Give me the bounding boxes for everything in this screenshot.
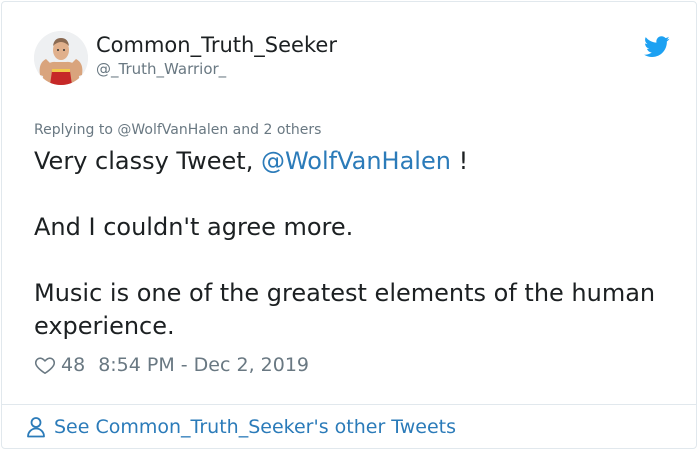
avatar[interactable] [34,31,88,85]
tweet-line-1-text: Very classy Tweet, [34,147,261,175]
tweet-line-1: Very classy Tweet, @WolfVanHalen ! [34,145,664,178]
reply-context: Replying to @WolfVanHalen and 2 others [34,122,321,138]
tweet-line-2: And I couldn't agree more. [34,213,354,241]
tweet-card: Common_Truth_Seeker @_Truth_Warrior_ Rep… [1,1,697,449]
see-other-tweets-label[interactable]: See Common_Truth_Seeker's other Tweets [54,416,456,438]
wrestler-avatar-icon [34,31,88,85]
author-display-name[interactable]: Common_Truth_Seeker [96,33,337,57]
reply-prefix: Replying to [34,122,118,138]
tweet-line-3: Music is one of the greatest elements of… [34,279,656,340]
person-icon [27,417,45,438]
see-other-tweets-link[interactable]: See Common_Truth_Seeker's other Tweets [26,416,456,438]
footer-divider [2,404,696,405]
tweet-line-1-suffix: ! [450,147,469,175]
heart-icon[interactable] [34,354,56,376]
twitter-bird-icon[interactable] [644,36,670,58]
tweet-timestamp[interactable]: 8:54 PM - Dec 2, 2019 [98,354,309,376]
author-handle[interactable]: @_Truth_Warrior_ [96,60,226,78]
like-count[interactable]: 48 [61,354,85,376]
tweet-mention-link[interactable]: @WolfVanHalen [261,147,451,175]
reply-mention-link[interactable]: @WolfVanHalen [117,122,228,138]
reply-suffix[interactable]: and 2 others [228,122,322,138]
tweet-meta: 48 8:54 PM - Dec 2, 2019 [34,352,309,378]
tweet-text: Very classy Tweet, @WolfVanHalen ! And I… [34,145,664,343]
